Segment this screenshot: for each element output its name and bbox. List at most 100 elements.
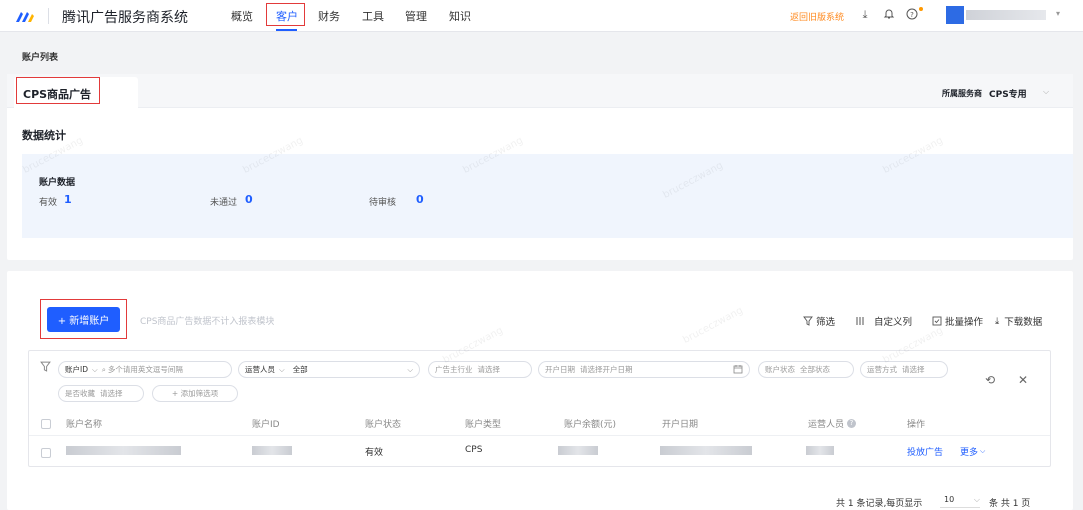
- batch-operation-label: 批量操作: [945, 317, 984, 328]
- open-date-picker[interactable]: 开户日期 请选择开户日期: [538, 361, 750, 378]
- stat-value-valid[interactable]: 1: [64, 193, 72, 206]
- col-open-date[interactable]: 开户日期: [662, 417, 698, 430]
- account-name-redacted[interactable]: [66, 446, 181, 455]
- highlight-box-tab: [16, 77, 100, 104]
- back-to-old-system-link[interactable]: 返回旧版系统: [790, 10, 844, 23]
- favorite-select[interactable]: 是否收藏 请选择: [58, 385, 144, 402]
- filter-label: 筛选: [816, 317, 836, 328]
- columns-icon: [856, 317, 864, 325]
- open-date-placeholder: 请选择开户日期: [580, 365, 633, 374]
- close-icon[interactable]: ✕: [1018, 373, 1028, 387]
- nav-active-underline: [276, 29, 297, 31]
- stat-value-pending[interactable]: 0: [416, 193, 424, 206]
- account-id-search[interactable]: 账户ID ⌵ ⌕ 多个请用英文逗号间隔: [58, 361, 232, 378]
- id-type-select[interactable]: 账户ID: [65, 364, 88, 375]
- nav-management[interactable]: 管理: [405, 8, 427, 24]
- cps-report-hint: CPS商品广告数据不计入报表模块: [140, 317, 275, 327]
- more-actions-dropdown[interactable]: 更多 ⌵: [960, 445, 985, 458]
- help-icon[interactable]: ?: [847, 419, 857, 428]
- filter-funnel-icon: [40, 361, 51, 375]
- app-title: 腾讯广告服务商系统: [62, 10, 188, 26]
- nav-tools[interactable]: 工具: [362, 8, 384, 24]
- notification-icon[interactable]: [882, 8, 896, 22]
- open-date-redacted: [660, 446, 752, 455]
- operator-redacted: [806, 446, 834, 455]
- operator-value: 全部: [292, 365, 308, 374]
- download-icon: ⤓: [995, 315, 1000, 327]
- launch-ad-link[interactable]: 投放广告: [907, 445, 943, 458]
- download-data-label: 下载数据: [1004, 317, 1043, 328]
- industry-select[interactable]: 广告主行业 请选择: [428, 361, 532, 378]
- header-divider: [48, 8, 49, 24]
- filter-icon: [803, 316, 813, 326]
- favorite-label: 是否收藏: [65, 389, 95, 398]
- account-status-select[interactable]: 账户状态 全部状态: [758, 361, 854, 378]
- add-account-button[interactable]: + 新增账户: [47, 307, 120, 332]
- chevron-down-icon: ⌵: [407, 364, 413, 374]
- nav-knowledge[interactable]: 知识: [449, 8, 471, 24]
- custom-columns-button[interactable]: 自定义列: [856, 314, 912, 328]
- filter-toggle[interactable]: 筛选: [803, 314, 835, 328]
- stat-label-rejected: 未通过: [210, 198, 238, 208]
- col-operator-label: 运营人员: [808, 420, 845, 430]
- section-title: 数据统计: [22, 129, 66, 142]
- notification-dot: [919, 7, 923, 11]
- help-icon[interactable]: ?: [905, 8, 919, 22]
- more-actions-label: 更多: [960, 448, 979, 458]
- add-filter-button[interactable]: + 添加筛选项: [152, 385, 238, 402]
- chevron-down-icon[interactable]: ⌵: [1043, 87, 1049, 97]
- col-account-name[interactable]: 账户名称: [66, 417, 102, 430]
- select-all-checkbox[interactable]: [41, 419, 51, 429]
- stats-panel: [22, 154, 1073, 238]
- chevron-down-icon: ⌵: [279, 364, 285, 374]
- user-avatar[interactable]: [946, 6, 964, 24]
- reset-icon[interactable]: ⟲: [985, 373, 995, 387]
- method-label: 运营方式: [867, 365, 897, 374]
- batch-icon: [932, 316, 942, 326]
- col-balance[interactable]: 账户余额(元): [564, 417, 616, 430]
- highlight-box-nav: [266, 3, 305, 26]
- stat-label-valid: 有效: [39, 198, 58, 208]
- stats-panel-title: 账户数据: [39, 178, 76, 188]
- table-header: [29, 408, 1050, 436]
- nav-finance[interactable]: 财务: [318, 8, 340, 24]
- method-placeholder: 请选择: [902, 365, 925, 374]
- service-provider-label: 所属服务商: [942, 89, 982, 98]
- user-name-redacted[interactable]: [966, 10, 1046, 20]
- status-label: 账户状态: [765, 365, 795, 374]
- row-checkbox[interactable]: [41, 448, 51, 458]
- chevron-down-icon: ⌵: [92, 364, 98, 374]
- operation-method-select[interactable]: 运营方式 请选择: [860, 361, 948, 378]
- pagination-summary: 共 1 条记录,每页显示: [836, 499, 923, 509]
- nav-overview[interactable]: 概览: [231, 8, 253, 24]
- industry-placeholder: 请选择: [477, 365, 501, 374]
- page-size-select[interactable]: 10 ⌵: [940, 492, 980, 508]
- cell-status: 有效: [365, 448, 384, 458]
- table-row: [29, 436, 1050, 466]
- cell-type: CPS: [465, 445, 483, 455]
- service-provider-select[interactable]: CPS专用: [989, 87, 1027, 100]
- download-data-button[interactable]: ⤓ 下载数据: [995, 314, 1043, 329]
- operator-select[interactable]: 运营人员 ⌵ 全部 ⌵: [238, 361, 420, 378]
- stat-label-pending: 待审核: [369, 198, 397, 208]
- favorite-placeholder: 请选择: [100, 389, 123, 398]
- account-id-input[interactable]: 多个请用英文逗号间隔: [108, 364, 183, 375]
- download-icon[interactable]: ⤓: [858, 8, 872, 22]
- operator-label: 运营人员: [245, 365, 275, 374]
- user-menu-chevron-icon[interactable]: ▾: [1056, 9, 1060, 18]
- page-size-value: 10: [944, 495, 955, 504]
- tab-bar: [7, 74, 1073, 108]
- custom-columns-label: 自定义列: [874, 317, 913, 328]
- pagination-suffix: 条 共 1 页: [989, 499, 1031, 509]
- stat-value-rejected[interactable]: 0: [245, 193, 253, 206]
- col-account-status[interactable]: 账户状态: [365, 417, 401, 430]
- app-logo-icon: [16, 12, 34, 22]
- col-operator[interactable]: 运营人员 ?: [808, 417, 857, 430]
- col-account-type[interactable]: 账户类型: [465, 417, 501, 430]
- col-actions: 操作: [907, 420, 926, 430]
- account-id-redacted: [252, 446, 292, 455]
- balance-redacted: [558, 446, 598, 455]
- chevron-down-icon: ⌵: [980, 447, 986, 455]
- industry-label: 广告主行业: [435, 365, 473, 374]
- col-account-id[interactable]: 账户ID: [252, 417, 280, 430]
